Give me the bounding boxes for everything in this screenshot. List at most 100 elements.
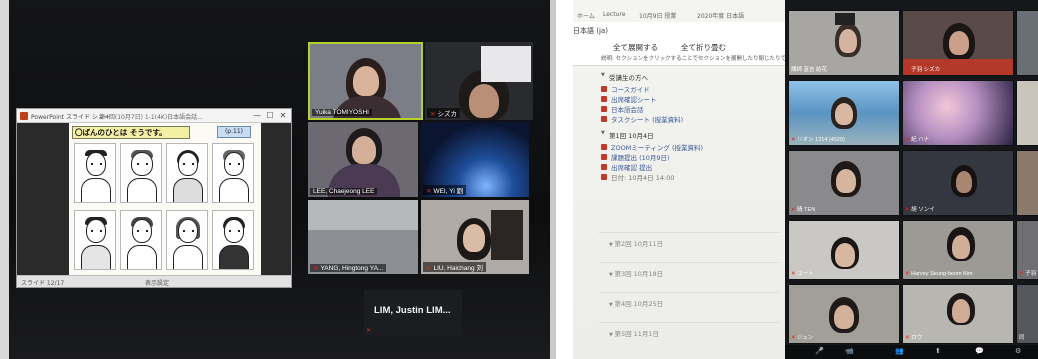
participant-tile[interactable]: ✕ 子羽 シズカ bbox=[902, 10, 1014, 76]
session-date-note: 日付: 10月4日 14:00 bbox=[601, 172, 783, 182]
participant-tile-partial[interactable] bbox=[1016, 10, 1038, 76]
mic-muted-icon: ✕ bbox=[905, 335, 910, 341]
mic-muted-icon: ✕ bbox=[791, 271, 796, 277]
week-section[interactable]: 第4回 10月25日 bbox=[609, 298, 663, 308]
participant-name: 胡 bbox=[911, 207, 917, 213]
participant-tile[interactable]: ✕ ユート bbox=[788, 220, 900, 280]
mic-muted-icon: ✕ bbox=[905, 271, 910, 277]
illustration-person bbox=[212, 210, 254, 270]
course-link[interactable]: 出席確認 提出 bbox=[601, 162, 783, 172]
participant-tile[interactable]: ✕ ロウ bbox=[902, 284, 1014, 344]
collapse-all-button[interactable]: 全て折り畳む bbox=[681, 42, 726, 53]
participant-name: ロウ bbox=[911, 335, 923, 341]
browser-tabs: ホーム Lecture 10月9日 授業 2020年度 日本語 bbox=[573, 8, 785, 22]
course-link[interactable]: コースガイド bbox=[601, 84, 783, 94]
participant-name: 子羽 シズカ bbox=[911, 67, 941, 73]
zoom-toolbar: 🎤 📹 👥 ⬆ 💬 ⚙ bbox=[785, 345, 1038, 359]
expand-all-button[interactable]: 全て展開する bbox=[613, 42, 658, 53]
participant-tile-partial[interactable] bbox=[1016, 80, 1038, 146]
video-icon[interactable]: 📹 bbox=[845, 347, 854, 355]
participant-name: 子羽 bbox=[1025, 271, 1037, 277]
participant-tile[interactable]: ✕ LIU, Haichang 刘 bbox=[421, 200, 529, 274]
tab-session[interactable]: 10月9日 授業 bbox=[639, 11, 676, 20]
illustration-person bbox=[120, 210, 162, 270]
chat-icon[interactable]: 💬 bbox=[975, 347, 984, 355]
participant-name: 紀 ハナ bbox=[911, 137, 930, 143]
participant-name: ジュン bbox=[797, 335, 814, 341]
tab-lecture[interactable]: Lecture bbox=[603, 11, 625, 18]
week-section[interactable]: 第3回 10月18日 bbox=[609, 268, 663, 278]
course-link[interactable]: タスクシート (授業資料) bbox=[601, 114, 783, 124]
minimize-button[interactable]: — bbox=[251, 110, 263, 121]
powerpoint-icon bbox=[20, 112, 28, 120]
tab-home[interactable]: ホーム bbox=[577, 11, 595, 20]
divider bbox=[599, 262, 779, 263]
participant-name: ユート bbox=[797, 271, 814, 277]
mic-muted-icon: ✕ bbox=[791, 335, 796, 341]
participant-tile[interactable]: ✕ 晴 TEN bbox=[788, 150, 900, 216]
settings-icon[interactable]: ⚙ bbox=[1015, 347, 1021, 355]
participant-name: シズカ bbox=[437, 111, 457, 118]
participant-tile[interactable]: ✕ YANG, Hingtong YA... bbox=[308, 200, 418, 274]
mic-muted-icon: ✕ bbox=[313, 265, 319, 272]
participant-tile[interactable]: 講師 富吉 結花 bbox=[788, 10, 900, 76]
divider bbox=[599, 322, 779, 323]
illustration-person bbox=[120, 143, 162, 203]
participant-tile[interactable]: ✕ シズカ bbox=[425, 42, 533, 120]
week-section[interactable]: 第5回 11月1日 bbox=[609, 328, 659, 338]
participant-tile[interactable]: ✕ 胡 ソンイ bbox=[902, 150, 1014, 216]
share-screen-icon[interactable]: ⬆ bbox=[935, 347, 941, 355]
participant-tile-name-only[interactable]: LIM, Justin LIM... ✕ bbox=[364, 290, 462, 336]
zoom-gallery: 講師 富吉 結花 ✕ 子羽 シズカ ✕ リオン 1214 (4529) ✕ 紀 … bbox=[785, 0, 1038, 359]
mic-muted-icon: ✕ bbox=[905, 137, 910, 143]
course-link[interactable]: ZOOMミーティング (授業資料) bbox=[601, 142, 783, 152]
mic-muted-icon: ✕ bbox=[905, 67, 910, 73]
tab-course[interactable]: 2020年度 日本語 bbox=[697, 11, 744, 20]
illustration-person bbox=[166, 143, 208, 203]
participant-tile[interactable]: Yuika TOMIYOSHI bbox=[308, 42, 423, 120]
illustration-person bbox=[212, 143, 254, 203]
participant-name: Yuika TOMIYOSHI bbox=[312, 109, 372, 116]
section-header[interactable]: 第1回 10月4日 bbox=[601, 130, 783, 142]
course-topbar: 日本語 (ja) 全て展開する 全て折り畳む 説明: セクションをクリックするこ… bbox=[573, 22, 807, 66]
divider bbox=[599, 232, 779, 233]
participant-name: リオン 1214 (4529) bbox=[797, 137, 845, 143]
divider bbox=[599, 292, 779, 293]
slide-counter: スライド 12/17 bbox=[21, 280, 65, 287]
participant-tile-partial[interactable] bbox=[1016, 150, 1038, 216]
participant-tile[interactable]: ✕ 紀 ハナ bbox=[902, 80, 1014, 146]
participant-name: LEE, Chaejeong LEE bbox=[310, 188, 378, 195]
participant-tile[interactable]: ✕ ジュン bbox=[788, 284, 900, 344]
slide[interactable]: 〇ばんのひとは そうです。 (p.11) bbox=[69, 123, 261, 277]
view-settings[interactable]: 表示設定 bbox=[145, 278, 169, 287]
course-link[interactable]: 日本語会話 bbox=[601, 104, 783, 114]
participant-tile[interactable]: ✕ リオン 1214 (4529) bbox=[788, 80, 900, 146]
mic-muted-icon: ✕ bbox=[426, 265, 432, 272]
microphone-icon[interactable]: 🎤 bbox=[815, 347, 824, 355]
close-button[interactable]: ✕ bbox=[277, 110, 289, 121]
participant-tile-partial[interactable]: 同 bbox=[1016, 284, 1038, 344]
participant-tile[interactable]: ✕ Harvey Seung-beom Kim bbox=[902, 220, 1014, 280]
language-selector[interactable]: 日本語 (ja) bbox=[573, 26, 608, 36]
maximize-button[interactable]: ☐ bbox=[264, 110, 276, 121]
slide-heading: 〇ばんのひとは そうです。 bbox=[72, 126, 190, 139]
powerpoint-window[interactable]: PowerPoint スライド ショー - 第4回(10月7日) 1-1(4K)… bbox=[16, 108, 292, 288]
participant-tile[interactable]: ✕ WEI, Yi 劉 bbox=[421, 122, 529, 197]
participant-name: ソンイ bbox=[918, 207, 935, 213]
mic-muted-icon: ✕ bbox=[791, 207, 796, 213]
illustration-person bbox=[74, 143, 116, 203]
right-screen-photo: ホーム Lecture 10月9日 授業 2020年度 日本語 日本語 (ja)… bbox=[573, 0, 1038, 359]
participant-name: YANG, Hingtong YA... bbox=[320, 265, 384, 272]
course-link[interactable]: 出席確認シート bbox=[601, 94, 783, 104]
week-section[interactable]: 第2回 10月11日 bbox=[609, 238, 663, 248]
participant-tile[interactable]: LEE, Chaejeong LEE bbox=[308, 122, 418, 197]
monitor-bezel-left bbox=[0, 0, 9, 359]
section-header[interactable]: 受講生の方へ bbox=[601, 72, 783, 84]
powerpoint-file-name: - 第4回(10月7日) 1-1(4K)日本語会話... bbox=[95, 114, 203, 121]
participant-tile-partial[interactable]: ✕ 子羽 bbox=[1016, 220, 1038, 280]
participant-name: Harvey Seung-beom Kim bbox=[911, 271, 973, 277]
participants-icon[interactable]: 👥 bbox=[895, 347, 904, 355]
course-link[interactable]: 課題提出 (10月9日) bbox=[601, 152, 783, 162]
powerpoint-titlebar[interactable]: PowerPoint スライド ショー - 第4回(10月7日) 1-1(4K)… bbox=[17, 109, 291, 123]
mic-muted-icon: ✕ bbox=[905, 207, 910, 213]
